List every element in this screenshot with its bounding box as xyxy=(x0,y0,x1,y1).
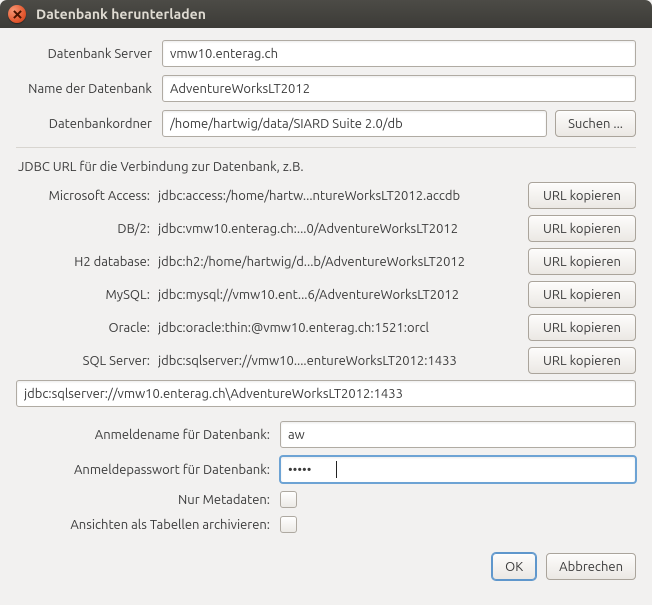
username-label: Anmeldename für Datenbank: xyxy=(16,428,280,442)
archive-views-checkbox[interactable] xyxy=(280,516,297,533)
jdbc-url: jdbc:oracle:thin:@vmw10.enterag.ch:1521:… xyxy=(158,321,520,335)
copy-url-button[interactable]: URL kopieren xyxy=(528,281,636,308)
jdbc-label: SQL Server: xyxy=(16,354,150,368)
jdbc-url: jdbc:h2:/home/hartwig/d...b/AdventureWor… xyxy=(158,255,520,269)
password-label: Anmeldepasswort für Datenbank: xyxy=(16,463,280,477)
folder-input[interactable] xyxy=(162,110,547,137)
close-button[interactable] xyxy=(8,5,26,23)
window-title: Datenbank herunterladen xyxy=(36,6,206,22)
copy-url-button[interactable]: URL kopieren xyxy=(528,314,636,341)
copy-url-button[interactable]: URL kopieren xyxy=(528,347,636,374)
jdbc-url: jdbc:access:/home/hartw...ntureWorksLT20… xyxy=(158,189,520,203)
jdbc-url: jdbc:vmw10.enterag.ch:...0/AdventureWork… xyxy=(158,222,520,236)
jdbc-heading: JDBC URL für die Verbindung zur Datenban… xyxy=(18,160,636,174)
copy-url-button[interactable]: URL kopieren xyxy=(528,182,636,209)
ok-button[interactable]: OK xyxy=(492,553,536,580)
jdbc-row-db2: DB/2: jdbc:vmw10.enterag.ch:...0/Adventu… xyxy=(16,215,636,242)
cancel-button[interactable]: Abbrechen xyxy=(546,553,636,580)
jdbc-label: H2 database: xyxy=(16,255,150,269)
separator xyxy=(16,147,636,148)
browse-button[interactable]: Suchen ... xyxy=(555,110,636,137)
jdbc-label: MySQL: xyxy=(16,288,150,302)
jdbc-label: Microsoft Access: xyxy=(16,189,150,203)
password-input[interactable] xyxy=(280,456,636,483)
metadata-only-label: Nur Metadaten: xyxy=(16,493,280,507)
text-caret xyxy=(336,461,337,478)
jdbc-row-access: Microsoft Access: jdbc:access:/home/hart… xyxy=(16,182,636,209)
jdbc-row-mysql: MySQL: jdbc:mysql://vmw10.ent...6/Advent… xyxy=(16,281,636,308)
folder-label: Datenbankordner xyxy=(16,117,162,131)
archive-views-label: Ansichten als Tabellen archivieren: xyxy=(16,518,280,532)
username-input[interactable] xyxy=(280,421,636,448)
jdbc-url: jdbc:sqlserver://vmw10....entureWorksLT2… xyxy=(158,354,520,368)
copy-url-button[interactable]: URL kopieren xyxy=(528,248,636,275)
close-icon xyxy=(13,10,22,19)
jdbc-url: jdbc:mysql://vmw10.ent...6/AdventureWork… xyxy=(158,288,520,302)
titlebar: Datenbank herunterladen xyxy=(0,0,652,28)
jdbc-row-sqlserver: SQL Server: jdbc:sqlserver://vmw10....en… xyxy=(16,347,636,374)
server-label: Datenbank Server xyxy=(16,47,162,61)
jdbc-row-h2: H2 database: jdbc:h2:/home/hartwig/d...b… xyxy=(16,248,636,275)
server-input[interactable] xyxy=(162,40,636,67)
copy-url-button[interactable]: URL kopieren xyxy=(528,215,636,242)
dbname-input[interactable] xyxy=(162,75,636,102)
jdbc-label: DB/2: xyxy=(16,222,150,236)
dbname-label: Name der Datenbank xyxy=(16,82,162,96)
jdbc-url-input[interactable] xyxy=(16,380,636,407)
metadata-only-checkbox[interactable] xyxy=(280,491,297,508)
jdbc-label: Oracle: xyxy=(16,321,150,335)
jdbc-row-oracle: Oracle: jdbc:oracle:thin:@vmw10.enterag.… xyxy=(16,314,636,341)
